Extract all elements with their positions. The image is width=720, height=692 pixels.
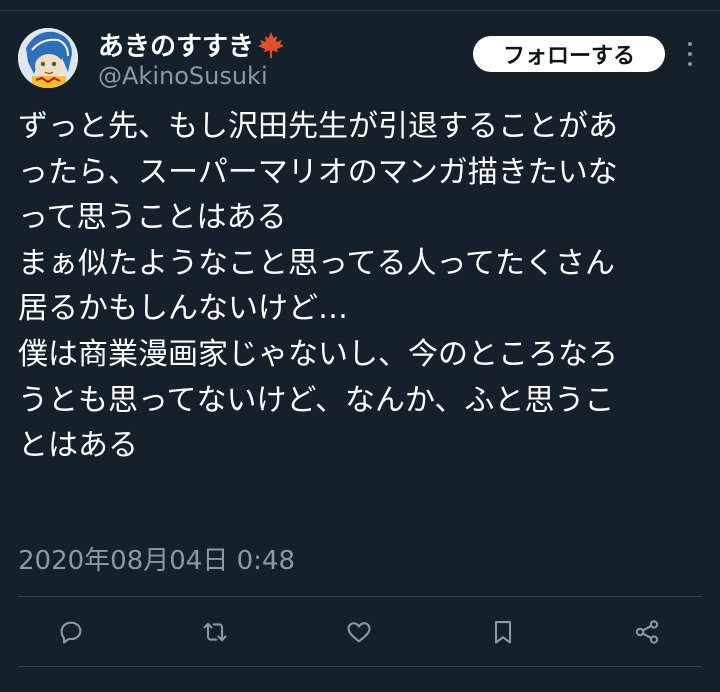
retweet-icon[interactable]	[199, 616, 231, 648]
divider	[18, 596, 702, 597]
top-divider	[0, 10, 720, 11]
tweet-timestamp[interactable]: 2020年08月04日 0:48	[18, 540, 295, 577]
tweet-text: ずっと先、もし沢田先生が引退することがあ ったら、スーパーマリオのマンガ描きたい…	[18, 104, 708, 469]
like-icon[interactable]	[343, 616, 375, 648]
share-icon[interactable]	[631, 616, 663, 648]
action-bar	[0, 600, 720, 664]
avatar-image	[18, 28, 78, 88]
reply-icon[interactable]	[55, 616, 87, 648]
follow-button[interactable]: フォローする	[473, 36, 665, 72]
tweet-text-line: うとも思ってないけど、なんか、ふと思うこ	[18, 382, 615, 418]
more-options-icon[interactable]	[680, 40, 700, 68]
bookmark-icon[interactable]	[487, 616, 519, 648]
divider	[18, 666, 702, 667]
tweet-text-line: とはある	[18, 428, 138, 464]
maple-leaf-icon	[256, 30, 286, 60]
tweet-text-line: 居るかもしんないけど…	[18, 291, 348, 327]
tweet-text-line: ずっと先、もし沢田先生が引退することがあ	[18, 109, 618, 144]
avatar[interactable]	[18, 28, 78, 88]
author-name-text: あきのすすき	[98, 32, 255, 62]
tweet-text-line: って思うことはある	[18, 200, 287, 236]
author-handle[interactable]: @AkinoSusuki	[98, 62, 268, 90]
tweet-card: あきのすすき @AkinoSusuki フォローする ずっと先、もし沢田先生が引…	[0, 0, 720, 692]
tweet-text-line: ったら、スーパーマリオのマンガ描きたいな	[18, 154, 618, 190]
tweet-text-line: 僕は商業漫画家じゃないし、今のところなろ	[18, 336, 618, 372]
tweet-text-line: まぁ似たようなこと思ってる人ってたくさん	[18, 245, 615, 281]
author-display-name[interactable]: あきのすすき	[98, 26, 286, 63]
